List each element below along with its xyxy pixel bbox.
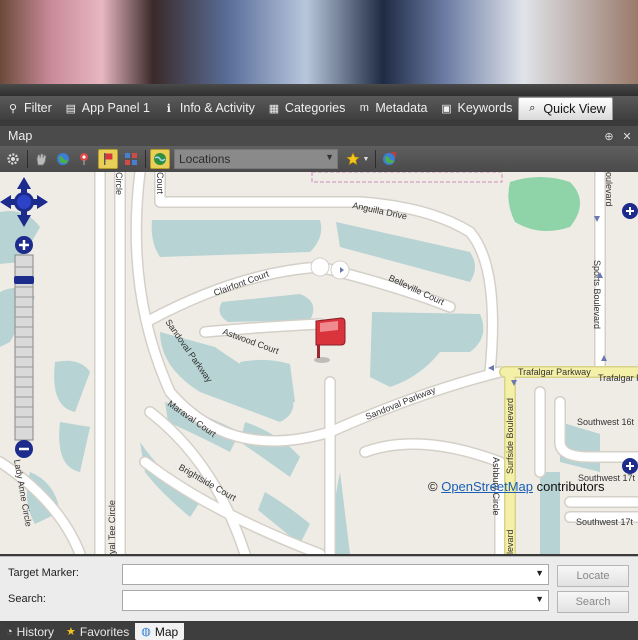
street-label: yal Tee Circle: [107, 500, 117, 554]
chevron-down-icon: ▼: [325, 152, 334, 162]
map-attribution: © OpenStreetMap contributors: [428, 479, 605, 494]
map-search-form: Target Marker: ▼ Locate Search: ▼ Search: [0, 556, 638, 621]
restricted-area-boundary: [311, 172, 503, 183]
street-label: levard: [505, 529, 515, 554]
favorite-star-icon[interactable]: [344, 150, 362, 168]
globe-icon: ◍: [141, 626, 151, 638]
categories-icon: ▦: [268, 102, 280, 115]
search-label: Search:: [8, 593, 46, 605]
street-label: Southwest 16t: [577, 417, 635, 427]
expand-plus-icon[interactable]: [622, 458, 638, 474]
tab-label: Filter: [24, 101, 52, 115]
tab-label: Metadata: [375, 101, 428, 115]
funnel-icon: ⚲: [8, 102, 18, 115]
magnifier-icon: ⌕: [529, 102, 536, 114]
top-tab-bar: ⚲ Filter ▤ App Panel 1 ℹ Info & Activity ▦ C…: [0, 96, 638, 120]
toolbar-separator: [27, 150, 28, 168]
world-map-icon[interactable]: [150, 149, 170, 169]
tab-label: Map: [154, 624, 179, 639]
metadata-icon: m: [359, 102, 369, 114]
zoom-slider-handle[interactable]: [14, 276, 34, 284]
map-view[interactable]: Anguilla Drive Clairfont Court Bellevill…: [0, 172, 638, 554]
map-marker-flag-icon[interactable]: [314, 317, 346, 363]
panel-title: Map: [8, 129, 33, 143]
street-label: Court: [155, 172, 165, 195]
keywords-icon: ▣: [441, 102, 452, 115]
expand-plus-icon[interactable]: [622, 203, 638, 219]
tab-metadata[interactable]: m Metadata: [351, 97, 433, 119]
tab-label: App Panel 1: [81, 101, 150, 115]
header-photo: [0, 0, 638, 96]
toolbar-separator: [375, 150, 376, 168]
star-menu-chevron-icon[interactable]: ▼: [362, 150, 370, 168]
street-label: Sports Boulevard: [592, 260, 602, 329]
globe-icon[interactable]: [54, 150, 72, 168]
map-canvas[interactable]: Anguilla Drive Clairfont Court Bellevill…: [0, 172, 638, 554]
settings-icon[interactable]: [4, 150, 22, 168]
search-input[interactable]: ▼: [122, 590, 549, 611]
tab-history[interactable]: ◔ History: [0, 623, 60, 640]
flag-marker-icon[interactable]: [98, 149, 118, 169]
locations-placeholder: Locations: [179, 152, 231, 166]
street-label: Surfside Boulevard: [505, 398, 515, 474]
openstreetmap-link[interactable]: OpenStreetMap: [441, 479, 533, 494]
globe-arrow-icon[interactable]: [380, 150, 398, 168]
tab-keywords[interactable]: ▣ Keywords: [434, 97, 519, 119]
chevron-down-icon: ▼: [535, 594, 544, 604]
hand-pan-icon[interactable]: [32, 150, 50, 168]
tab-label: Favorites: [79, 624, 130, 639]
map-panel-header: Map ⊕ ✕: [0, 126, 638, 146]
street-label: Sandoval Parkway: [364, 384, 437, 421]
tab-label: Info & Activity: [179, 101, 255, 115]
street-label: oulevard: [604, 172, 614, 207]
pin-icon[interactable]: ⊕: [602, 130, 616, 143]
chevron-down-icon: ▼: [535, 568, 544, 578]
copyright-symbol: ©: [428, 479, 442, 494]
street-label: Trafalgar Par: [598, 373, 638, 383]
tab-label: History: [16, 624, 54, 639]
zoom-control[interactable]: [14, 236, 34, 458]
bottom-tab-bar: ◔ History ★ Favorites ◍ Map: [0, 622, 638, 640]
grid-layers-icon[interactable]: [122, 150, 140, 168]
target-marker-dropdown[interactable]: ▼: [122, 564, 549, 585]
info-icon: ℹ: [166, 102, 171, 115]
attribution-suffix: contributors: [532, 479, 605, 494]
locate-button[interactable]: Locate: [557, 565, 629, 587]
search-button[interactable]: Search: [557, 591, 629, 613]
history-icon: ◔: [6, 625, 13, 638]
tab-map[interactable]: ◍ Map: [135, 623, 185, 640]
street-label: Circle: [114, 172, 124, 195]
target-marker-label: Target Marker:: [8, 567, 79, 579]
locations-dropdown[interactable]: Locations ▼: [174, 149, 338, 169]
tab-app-panel-1[interactable]: ▤ App Panel 1: [58, 97, 156, 119]
street-label: Southwest 17t: [576, 517, 634, 527]
tab-favorites[interactable]: ★ Favorites: [60, 623, 135, 640]
close-icon[interactable]: ✕: [620, 130, 634, 143]
toolbar-separator: [145, 150, 146, 168]
tab-label: Quick View: [543, 101, 606, 116]
tab-filter[interactable]: ⚲ Filter: [0, 97, 58, 119]
star-icon: ★: [66, 626, 76, 638]
tab-categories[interactable]: ▦ Categories: [261, 97, 351, 119]
tab-info-activity[interactable]: ℹ Info & Activity: [156, 97, 261, 119]
map-toolbar: Locations ▼ ▼: [0, 146, 638, 172]
park-area: [508, 177, 580, 231]
tab-label: Categories: [284, 101, 346, 115]
street-label: Trafalgar Parkway: [518, 367, 591, 377]
locate-pin-icon[interactable]: [76, 150, 94, 168]
app-panel-icon: ▤: [65, 102, 76, 115]
tab-quick-view[interactable]: ⌕ Quick View: [518, 96, 613, 120]
tab-label: Keywords: [457, 101, 513, 115]
